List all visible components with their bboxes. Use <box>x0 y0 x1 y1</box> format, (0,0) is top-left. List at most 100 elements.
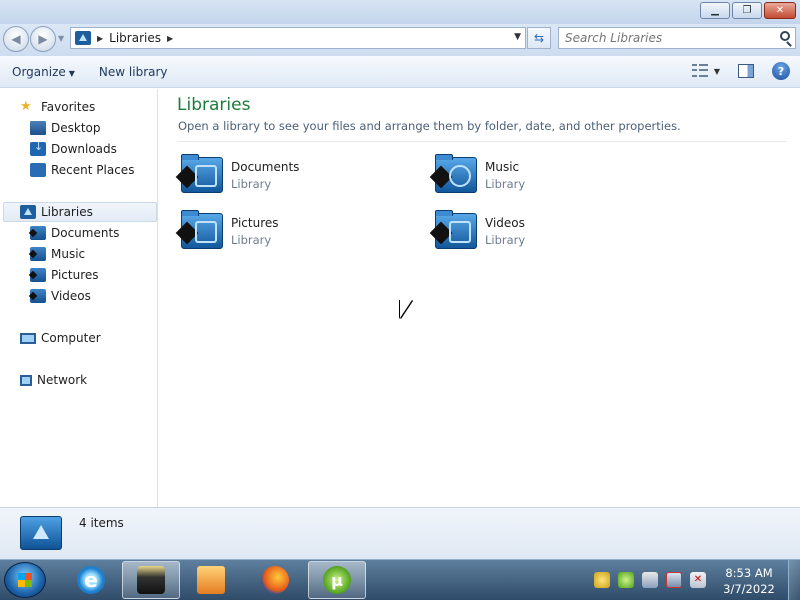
minimize-button[interactable]: ▁ <box>700 2 730 19</box>
refresh-button[interactable]: ⇆ <box>527 27 551 49</box>
nav-pictures[interactable]: Pictures <box>30 265 99 285</box>
nav-recent-places-label: Recent Places <box>51 163 135 177</box>
more-options-chevron-icon[interactable]: ▼ <box>714 67 720 76</box>
nav-downloads[interactable]: Downloads <box>30 139 117 159</box>
tile-name: Documents <box>231 160 300 174</box>
pictures-library-icon <box>30 268 46 282</box>
nav-desktop-label: Desktop <box>51 121 101 135</box>
network-status-icon[interactable] <box>666 572 682 588</box>
library-tile-pictures[interactable]: Pictures Library <box>175 209 279 255</box>
minimize-icon: ▁ <box>711 5 719 16</box>
desktop-icon <box>30 121 46 135</box>
nav-favorites[interactable]: ★ Favorites <box>20 97 95 117</box>
search-input[interactable] <box>559 28 769 48</box>
new-library-button[interactable]: New library <box>87 65 180 79</box>
breadcrumb-separator-icon[interactable]: ▶ <box>167 34 173 43</box>
taskbar-internet-explorer[interactable]: e <box>62 561 120 599</box>
firefox-icon <box>261 566 289 594</box>
library-tile-music[interactable]: Music Library <box>429 153 526 199</box>
clock-date: 3/7/2022 <box>723 582 775 596</box>
nav-favorites-label: Favorites <box>41 100 96 114</box>
new-library-label: New library <box>98 64 168 79</box>
start-button[interactable] <box>4 562 46 598</box>
organize-button[interactable]: Organize ▼ <box>0 65 87 79</box>
content-pane: Libraries Open a library to see your fil… <box>159 89 800 507</box>
navigation-pane: ★ Favorites Desktop Downloads Recent Pla… <box>0 89 158 507</box>
music-library-icon <box>429 153 479 195</box>
clock[interactable]: 8:53 AM 3/7/2022 <box>718 565 780 597</box>
nav-libraries-label: Libraries <box>41 205 93 219</box>
nav-music[interactable]: Music <box>30 244 85 264</box>
breadcrumb-separator-icon[interactable]: ▶ <box>97 34 103 43</box>
nav-documents[interactable]: Documents <box>30 223 119 243</box>
action-center-icon[interactable] <box>642 572 658 588</box>
refresh-icon: ⇆ <box>533 31 545 45</box>
address-row: ◀ ▶ ▼ ▶ Libraries ▶ ▼ ⇆ <box>0 24 800 56</box>
music-library-icon <box>30 247 46 261</box>
library-tile-videos[interactable]: Videos Library <box>429 209 526 255</box>
library-tile-documents[interactable]: Documents Library <box>175 153 300 199</box>
back-button[interactable]: ◀ <box>3 26 29 52</box>
nav-pictures-label: Pictures <box>51 268 99 282</box>
nav-music-label: Music <box>51 247 86 261</box>
restore-button[interactable]: ❐ <box>732 2 762 19</box>
tile-type: Library <box>485 233 526 247</box>
tile-name: Music <box>485 160 520 174</box>
nav-documents-label: Documents <box>51 226 120 240</box>
search-box[interactable] <box>558 27 796 49</box>
preview-pane-icon[interactable] <box>738 64 754 78</box>
internet-explorer-icon: e <box>77 566 105 594</box>
back-arrow-icon: ◀ <box>11 32 21 46</box>
tray-utorrent-icon[interactable] <box>618 572 634 588</box>
help-icon[interactable]: ? <box>772 62 790 80</box>
nav-computer-label: Computer <box>41 331 101 345</box>
libraries-icon <box>75 31 91 45</box>
nav-computer[interactable]: Computer <box>20 328 101 348</box>
address-bar[interactable]: ▶ Libraries ▶ ▼ <box>70 27 526 49</box>
nav-recent-places[interactable]: Recent Places <box>30 160 134 180</box>
nav-libraries[interactable]: Libraries <box>3 202 157 222</box>
window-controls: ▁ ❐ ✕ <box>700 2 796 19</box>
nav-network-label: Network <box>37 373 88 387</box>
chevron-down-icon: ▼ <box>68 68 75 78</box>
videos-library-icon <box>30 289 46 303</box>
view-controls: ▼ ? <box>691 62 790 80</box>
forward-button[interactable]: ▶ <box>30 26 56 52</box>
command-bar: Organize ▼ New library ▼ ? <box>0 56 800 88</box>
tile-type: Library <box>231 177 272 191</box>
address-history-dropdown-icon[interactable]: ▼ <box>514 32 521 42</box>
nav-desktop[interactable]: Desktop <box>30 118 101 138</box>
search-icon[interactable] <box>780 31 790 41</box>
close-icon: ✕ <box>775 5 785 16</box>
breadcrumb-libraries[interactable]: Libraries <box>109 31 161 45</box>
star-icon: ★ <box>20 99 32 114</box>
application-icon <box>137 566 165 594</box>
page-subtitle: Open a library to see your files and arr… <box>178 119 681 133</box>
nav-network[interactable]: Network <box>20 370 87 390</box>
volume-muted-icon[interactable]: ✕ <box>690 572 706 588</box>
recent-pages-dropdown[interactable]: ▼ <box>58 34 64 43</box>
nav-downloads-label: Downloads <box>51 142 117 156</box>
close-button[interactable]: ✕ <box>764 2 796 19</box>
taskbar-media-player[interactable] <box>182 561 240 599</box>
tile-type: Library <box>485 177 526 191</box>
tray-app-icon[interactable] <box>594 572 610 588</box>
taskbar-app-hat[interactable] <box>122 561 180 599</box>
show-desktop-button[interactable] <box>788 560 800 600</box>
taskbar-firefox[interactable] <box>246 561 304 599</box>
page-title: Libraries <box>177 95 251 115</box>
change-view-icon[interactable] <box>691 64 708 78</box>
tile-name: Videos <box>485 216 525 230</box>
item-count: 4 items <box>79 516 124 530</box>
network-icon <box>20 374 32 386</box>
tile-type: Library <box>231 233 272 247</box>
title-bar: ▁ ❐ ✕ <box>0 0 800 24</box>
details-pane: 4 items <box>0 507 800 559</box>
taskbar-utorrent[interactable]: µ <box>308 561 366 599</box>
clock-time: 8:53 AM <box>725 566 773 580</box>
libraries-large-icon <box>20 516 62 550</box>
nav-videos-label: Videos <box>51 289 91 303</box>
nav-videos[interactable]: Videos <box>30 286 91 306</box>
documents-library-icon <box>175 153 225 195</box>
forward-arrow-icon: ▶ <box>38 32 48 46</box>
